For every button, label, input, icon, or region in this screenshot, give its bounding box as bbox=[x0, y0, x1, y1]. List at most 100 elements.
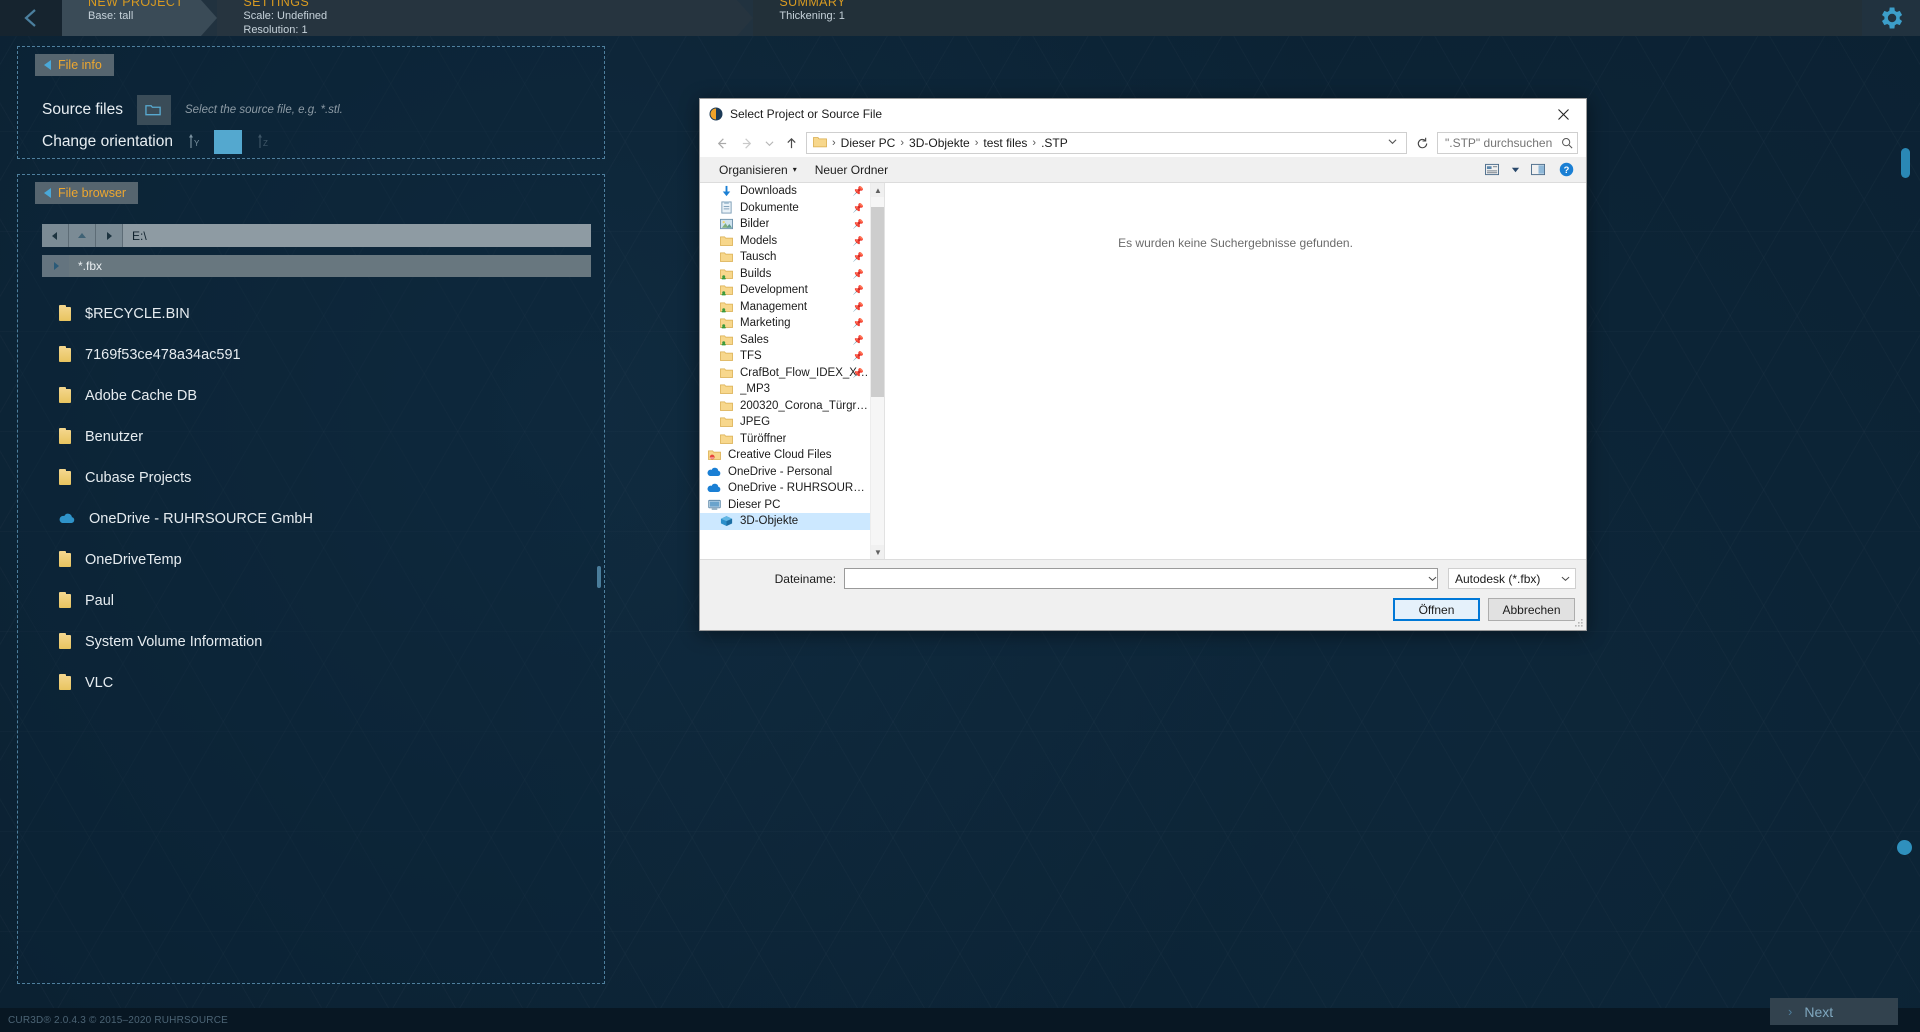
browse-source-file-button[interactable] bbox=[137, 95, 171, 125]
file-browser-item[interactable]: Adobe Cache DB bbox=[42, 375, 587, 416]
cancel-button[interactable]: Abbrechen bbox=[1488, 598, 1575, 621]
dialog-search-box[interactable] bbox=[1437, 132, 1578, 154]
file-browser-item[interactable]: System Volume Information bbox=[42, 621, 587, 662]
browser-up-button[interactable] bbox=[69, 224, 96, 247]
wizard-step-settings[interactable]: SETTINGS Scale: Undefined Resolution: 1 bbox=[217, 0, 737, 36]
dialog-close-button[interactable] bbox=[1541, 99, 1586, 129]
help-button[interactable]: ? bbox=[1553, 159, 1579, 181]
dialog-sidebar-item[interactable]: ccCreative Cloud Files bbox=[700, 447, 870, 464]
orientation-axis-selected-button[interactable] bbox=[214, 130, 242, 154]
application-root: NEW PROJECT Base: tall SETTINGS Scale: U… bbox=[0, 0, 1920, 1032]
file-info-tab[interactable]: File info bbox=[35, 54, 114, 76]
search-input[interactable] bbox=[1445, 136, 1555, 150]
wizard-step-summary[interactable]: SUMMARY Thickening: 1 bbox=[753, 0, 1862, 36]
dialog-sidebar-item[interactable]: 200320_Corona_Türgriffe bbox=[700, 398, 870, 415]
creative-cloud-icon: cc bbox=[706, 449, 722, 461]
dialog-sidebar-item[interactable]: OneDrive - RUHRSOURCE GmbH bbox=[700, 480, 870, 497]
dialog-sidebar-item-label: Dokumente bbox=[740, 202, 799, 214]
browser-back-button[interactable] bbox=[42, 224, 69, 247]
dialog-file-list[interactable]: Es wurden keine Suchergebnisse gefunden. bbox=[885, 183, 1586, 559]
panel-scroll-nub[interactable] bbox=[597, 566, 601, 588]
dialog-sidebar-item[interactable]: Builds📌 bbox=[700, 266, 870, 283]
file-browser-item[interactable]: Paul bbox=[42, 580, 587, 621]
browser-forward-button[interactable] bbox=[96, 224, 123, 247]
filter-expand-button[interactable] bbox=[42, 255, 69, 277]
dialog-sidebar-item[interactable]: Models📌 bbox=[700, 233, 870, 250]
file-browser-item[interactable]: $RECYCLE.BIN bbox=[42, 293, 587, 334]
file-browser-item-label: System Volume Information bbox=[85, 634, 262, 650]
dialog-sidebar-scrollbar[interactable]: ▲ ▼ bbox=[870, 183, 884, 559]
dialog-sidebar-item[interactable]: CrafBot_Flow_IDEX_XL_AME📌 bbox=[700, 365, 870, 382]
scroll-up-button[interactable]: ▲ bbox=[871, 183, 885, 197]
dialog-sidebar-list[interactable]: Downloads📌Dokumente📌Bilder📌Models📌Tausch… bbox=[700, 183, 870, 559]
folder-icon bbox=[59, 307, 71, 321]
folder-icon bbox=[718, 367, 734, 379]
organize-menu-button[interactable]: Organisieren ▾ bbox=[710, 159, 806, 181]
dialog-sidebar-item[interactable]: OneDrive - Personal bbox=[700, 464, 870, 481]
scroll-down-button[interactable]: ▼ bbox=[871, 545, 885, 559]
filename-dropdown-button[interactable] bbox=[1424, 568, 1440, 589]
file-browser-tab[interactable]: File browser bbox=[35, 182, 138, 204]
dialog-sidebar-item[interactable]: Marketing📌 bbox=[700, 315, 870, 332]
dialog-sidebar-item[interactable]: _MP3 bbox=[700, 381, 870, 398]
axis-y-icon: Y bbox=[187, 133, 201, 151]
dialog-forward-button[interactable] bbox=[736, 132, 758, 154]
wizard-step-new-project[interactable]: NEW PROJECT Base: tall bbox=[62, 0, 201, 36]
dialog-sidebar-item[interactable]: JPEG bbox=[700, 414, 870, 431]
next-button[interactable]: › Next bbox=[1770, 998, 1898, 1025]
new-folder-button[interactable]: Neuer Ordner bbox=[806, 159, 897, 181]
folder-shared-icon bbox=[718, 301, 734, 313]
file-browser-item[interactable]: VLC bbox=[42, 662, 587, 703]
right-panel-dot[interactable] bbox=[1897, 840, 1912, 855]
dialog-sidebar-item[interactable]: Dieser PC bbox=[700, 497, 870, 514]
file-browser-item[interactable]: OneDrive - RUHRSOURCE GmbH bbox=[42, 498, 587, 539]
dialog-history-button[interactable] bbox=[762, 132, 776, 154]
view-dropdown-button[interactable] bbox=[1507, 159, 1523, 181]
scrollbar-thumb[interactable] bbox=[871, 207, 885, 397]
dialog-titlebar[interactable]: Select Project or Source File bbox=[700, 99, 1586, 129]
open-button[interactable]: Öffnen bbox=[1393, 598, 1480, 621]
dialog-sidebar-item[interactable]: Sales📌 bbox=[700, 332, 870, 349]
orientation-axis-y-button[interactable]: Y bbox=[185, 132, 202, 153]
settings-button[interactable] bbox=[1862, 0, 1920, 36]
file-browser-item-label: VLC bbox=[85, 675, 113, 691]
pin-icon: 📌 bbox=[853, 335, 864, 346]
chevron-down-icon bbox=[1511, 165, 1520, 174]
file-open-dialog: Select Project or Source File bbox=[699, 98, 1587, 631]
right-panel-handle[interactable] bbox=[1901, 148, 1910, 178]
filter-value[interactable]: *.fbx bbox=[69, 255, 591, 277]
breadcrumb-item-1[interactable]: 3D-Objekte bbox=[905, 136, 974, 150]
dialog-back-button[interactable] bbox=[710, 132, 732, 154]
dialog-sidebar-item[interactable]: Downloads📌 bbox=[700, 183, 870, 200]
dialog-sidebar-item[interactable]: Tausch📌 bbox=[700, 249, 870, 266]
orientation-axis-z-button[interactable]: Z bbox=[254, 132, 271, 153]
dialog-sidebar-item[interactable]: 3D-Objekte bbox=[700, 513, 870, 530]
dialog-sidebar-item[interactable]: Management📌 bbox=[700, 299, 870, 316]
browser-path-input[interactable]: E:\ bbox=[123, 224, 591, 247]
breadcrumb-dropdown-button[interactable] bbox=[1383, 137, 1402, 149]
filename-input[interactable] bbox=[844, 568, 1438, 589]
dialog-sidebar-item[interactable]: Dokumente📌 bbox=[700, 200, 870, 217]
breadcrumb-item-3[interactable]: .STP bbox=[1037, 136, 1072, 150]
dialog-refresh-button[interactable] bbox=[1411, 132, 1433, 154]
breadcrumb-item-2[interactable]: test files bbox=[979, 136, 1031, 150]
dialog-sidebar-item[interactable]: Development📌 bbox=[700, 282, 870, 299]
resize-grip-icon[interactable] bbox=[1572, 616, 1584, 628]
view-options-button[interactable] bbox=[1479, 159, 1505, 181]
breadcrumb-bar[interactable]: › Dieser PC › 3D-Objekte › test files › … bbox=[806, 132, 1407, 154]
file-browser-item[interactable]: Benutzer bbox=[42, 416, 587, 457]
file-browser-item[interactable]: Cubase Projects bbox=[42, 457, 587, 498]
file-browser-item[interactable]: OneDriveTemp bbox=[42, 539, 587, 580]
dialog-sidebar-item[interactable]: Türöffner bbox=[700, 431, 870, 448]
dialog-sidebar-item-label: 3D-Objekte bbox=[740, 515, 798, 527]
preview-pane-button[interactable] bbox=[1525, 159, 1551, 181]
dialog-up-button[interactable] bbox=[780, 132, 802, 154]
file-browser-item[interactable]: 7169f53ce478a34ac591 bbox=[42, 334, 587, 375]
breadcrumb-item-0[interactable]: Dieser PC bbox=[837, 136, 900, 150]
dialog-sidebar-item[interactable]: Bilder📌 bbox=[700, 216, 870, 233]
back-button[interactable] bbox=[0, 0, 62, 36]
dialog-sidebar-item[interactable]: TFS📌 bbox=[700, 348, 870, 365]
dialog-sidebar[interactable]: Downloads📌Dokumente📌Bilder📌Models📌Tausch… bbox=[700, 183, 885, 559]
filetype-select[interactable]: Autodesk (*.fbx) bbox=[1448, 568, 1576, 589]
file-browser-list[interactable]: $RECYCLE.BIN7169f53ce478a34ac591Adobe Ca… bbox=[42, 293, 587, 973]
